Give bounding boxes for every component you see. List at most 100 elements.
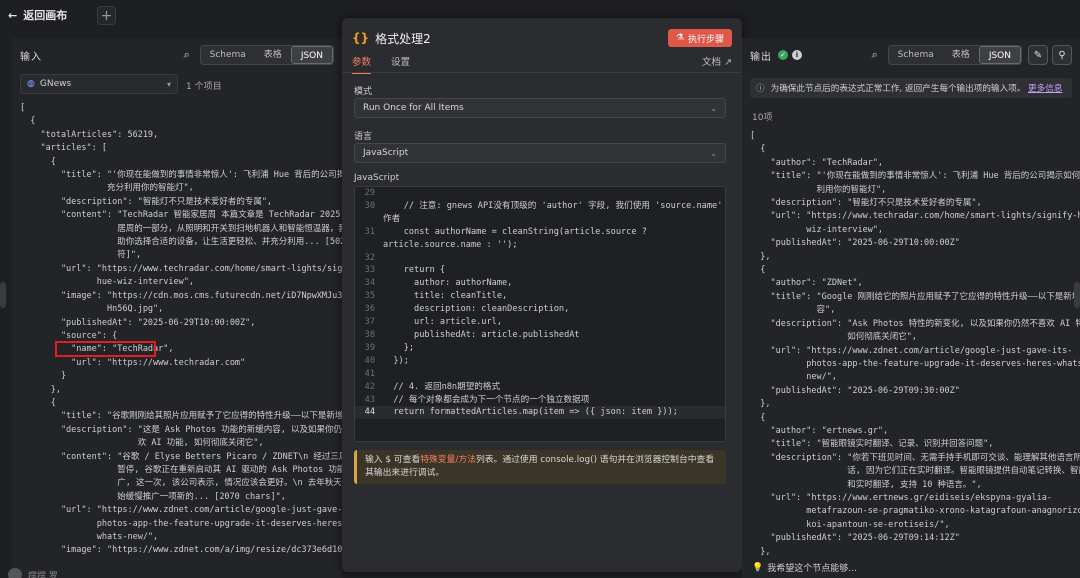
editor-line-text: return formattedArticles.map(item => ({ … — [383, 407, 678, 418]
editor-line-number — [355, 239, 383, 252]
editor-line-number: 44 — [364, 407, 375, 418]
right-json-line: "description": "你若下班见时间、无需手持手机即可交谈、能理解其他… — [750, 452, 1080, 463]
editor-line: 29 — [355, 187, 725, 200]
input-view-schema[interactable]: Schema — [200, 46, 255, 64]
left-json-line: 始缓慢推广一项新的... [2070 chars]", — [20, 491, 286, 502]
mode-select[interactable]: Run Once for All Items ⌄ — [354, 98, 726, 118]
output-view-json[interactable]: JSON — [978, 46, 1021, 64]
left-json-line: 欢 AI 功能, 如何彻底关闭它", — [20, 438, 264, 449]
language-value: JavaScript — [363, 148, 409, 158]
editor-line: 36 description: cleanDescription, — [355, 303, 725, 316]
user-footer[interactable]: 摆摆 罗 — [8, 568, 58, 578]
editor-line: 31 const authorName = cleanString(articl… — [355, 226, 725, 239]
input-view-table[interactable]: 表格 — [254, 46, 291, 64]
code-editor[interactable]: 29 30 // 注意: gnews API没有顶级的 'author' 字段, … — [354, 186, 726, 442]
right-json-line: "author": "ZDNet", — [750, 278, 863, 289]
chevron-down-icon: ⌄ — [710, 103, 717, 113]
left-json-line: [ — [20, 103, 26, 113]
right-json-line: 利用你的智能灯", — [750, 184, 887, 195]
edit-output-button[interactable]: ✎ — [1028, 45, 1048, 65]
ask-ai-text: 我希望这个节点能够... — [767, 564, 857, 574]
left-json-line: } — [20, 371, 67, 382]
input-source-select[interactable]: ◍ GNews ▾ — [20, 74, 178, 94]
left-json-line: 符]", — [20, 250, 142, 261]
editor-line: 38 publishedAt: article.publishedAt — [355, 329, 725, 342]
globe-icon: ◍ — [27, 79, 35, 89]
left-json-line: "description": "这是 Ask Photos 功能的新缓内容, 以… — [20, 424, 342, 435]
ask-ai-prompt[interactable]: 💡 我希望这个节点能够... — [752, 561, 857, 575]
add-node-button[interactable]: + — [97, 6, 116, 25]
editor-line-number: 40 — [364, 355, 375, 366]
editor-line-number: 29 — [364, 188, 375, 198]
search-icon[interactable]: ⌕ — [871, 48, 877, 62]
tab-parameters[interactable]: 参数 — [352, 54, 372, 74]
output-view-switch: Schema 表格 JSON — [887, 45, 1022, 65]
input-view-json[interactable]: JSON — [290, 46, 333, 64]
output-json-view[interactable]: [ { "author": "TechRadar", "title": "'你现… — [750, 130, 1080, 560]
right-json-line: "publishedAt": "2025-06-29T10:00:00Z" — [750, 238, 960, 249]
right-json-line: metafrazoun-se-pragmatiko-xrono-katagraf… — [750, 506, 1080, 517]
left-json-line: "title": "'你现在能做到的事情非常惊人': 飞利浦 Hue 背后的公司… — [20, 170, 342, 181]
output-panel-header: 输出 ✓ i ⌕ Schema 表格 JSON ✎ ⚲ — [750, 44, 1072, 66]
editor-line-text: 作者 — [383, 213, 401, 224]
output-items-count: 10项 — [752, 113, 773, 123]
plus-icon: + — [100, 7, 113, 24]
right-json-line: "description": "智能灯不只是技术爱好者的专属", — [750, 198, 982, 209]
language-select[interactable]: JavaScript ⌄ — [354, 143, 726, 163]
output-view-schema[interactable]: Schema — [888, 46, 943, 64]
editor-line: article.source.name : ''); — [355, 239, 725, 252]
right-json-line: { — [750, 559, 1080, 560]
input-json-view[interactable]: [ { "totalArticles": 56219, "articles": … — [20, 102, 342, 578]
editor-line-text: const authorName = cleanString(article.s… — [383, 226, 647, 237]
special-vars-link[interactable]: 特殊变量/方法 — [420, 455, 476, 465]
back-to-canvas-label: 返回画布 — [23, 9, 68, 22]
right-json-line: photos-app-the-feature-upgrade-it-deserv… — [750, 358, 1080, 369]
more-info-link[interactable]: 更多信息 — [1028, 84, 1062, 94]
right-json-line: koi-apantoun-se-erotiseis/", — [750, 519, 950, 530]
right-json-line: "publishedAt": "2025-06-29T09:14:12Z" — [750, 533, 960, 544]
back-to-canvas-link[interactable]: ← 返回画布 — [8, 7, 67, 23]
source-name-highlight — [55, 341, 156, 357]
pin-output-button[interactable]: ⚲ — [1052, 45, 1072, 65]
editor-line-text: }; — [383, 342, 415, 353]
left-json-line: "title": "谷歌刚刚给其照片应用赋予了它应得的特性升级——以下是新增内容… — [20, 411, 342, 422]
output-view-table[interactable]: 表格 — [942, 46, 979, 64]
info-icon[interactable]: i — [792, 50, 802, 60]
editor-line-number: 33 — [364, 265, 375, 276]
right-json-line: "title": "智能眼镜实时翻译、记录、识别并回答问题", — [750, 439, 994, 450]
editor-line-text: // 4. 返回n8n期望的格式 — [383, 381, 501, 392]
right-json-line: "title": "'你现在能做到的事情非常惊人': 飞利浦 Hue 背后的公司… — [750, 171, 1080, 182]
editor-line-text: return { — [383, 265, 446, 276]
right-json-line: }, — [750, 546, 771, 557]
editor-line-number: 41 — [364, 368, 375, 379]
docs-link[interactable]: 文档 ↗ — [702, 54, 732, 74]
input-panel-header: 输入 ⌕ Schema 表格 JSON — [20, 44, 334, 66]
node-title[interactable]: 格式处理2 — [375, 30, 431, 47]
left-edge-handle[interactable] — [0, 282, 6, 308]
editor-line-number: 30 — [364, 200, 375, 211]
info-icon: ⓘ — [756, 84, 765, 94]
input-panel: 输入 ⌕ Schema 表格 JSON ◍ GNews ▾ 1 个项目 [ { … — [12, 38, 342, 578]
editor-line: 42 // 4. 返回n8n期望的格式 — [355, 381, 725, 394]
left-json-line: "articles": [ — [20, 143, 107, 154]
search-icon[interactable]: ⌕ — [183, 48, 189, 62]
editor-line-text: }); — [383, 355, 409, 366]
left-json-line: "image": "https://cdn.mos.cms.futurecdn.… — [20, 290, 342, 301]
editor-line-number: 31 — [364, 226, 375, 237]
right-json-line: }, — [750, 399, 771, 410]
execute-step-button[interactable]: ⚗ 执行步骤 — [667, 29, 732, 47]
editor-line: 35 title: cleanTitle, — [355, 290, 725, 303]
editor-line-text: author: authorName, — [383, 278, 513, 289]
chevron-down-icon: ▾ — [166, 79, 171, 89]
notice-text: 为确保此节点后的表达式正常工作, 返回产生每个输出项的输入项。 — [770, 84, 1026, 94]
input-items-count: 1 个项目 — [186, 82, 222, 92]
left-json-line: { — [20, 397, 56, 408]
editor-line-text: description: cleanDescription, — [383, 304, 570, 315]
editor-line-number: 32 — [364, 252, 375, 263]
tab-settings[interactable]: 设置 — [391, 54, 410, 74]
right-json-line: { — [750, 144, 766, 155]
editor-line-text: url: article.url, — [383, 317, 502, 328]
chevron-down-icon: ⌄ — [710, 148, 717, 158]
console-hint: 输入 $ 可查看特殊变量/方法列表。通过使用 console.log() 语句并… — [354, 450, 726, 484]
right-edge-handle[interactable] — [1074, 282, 1080, 308]
